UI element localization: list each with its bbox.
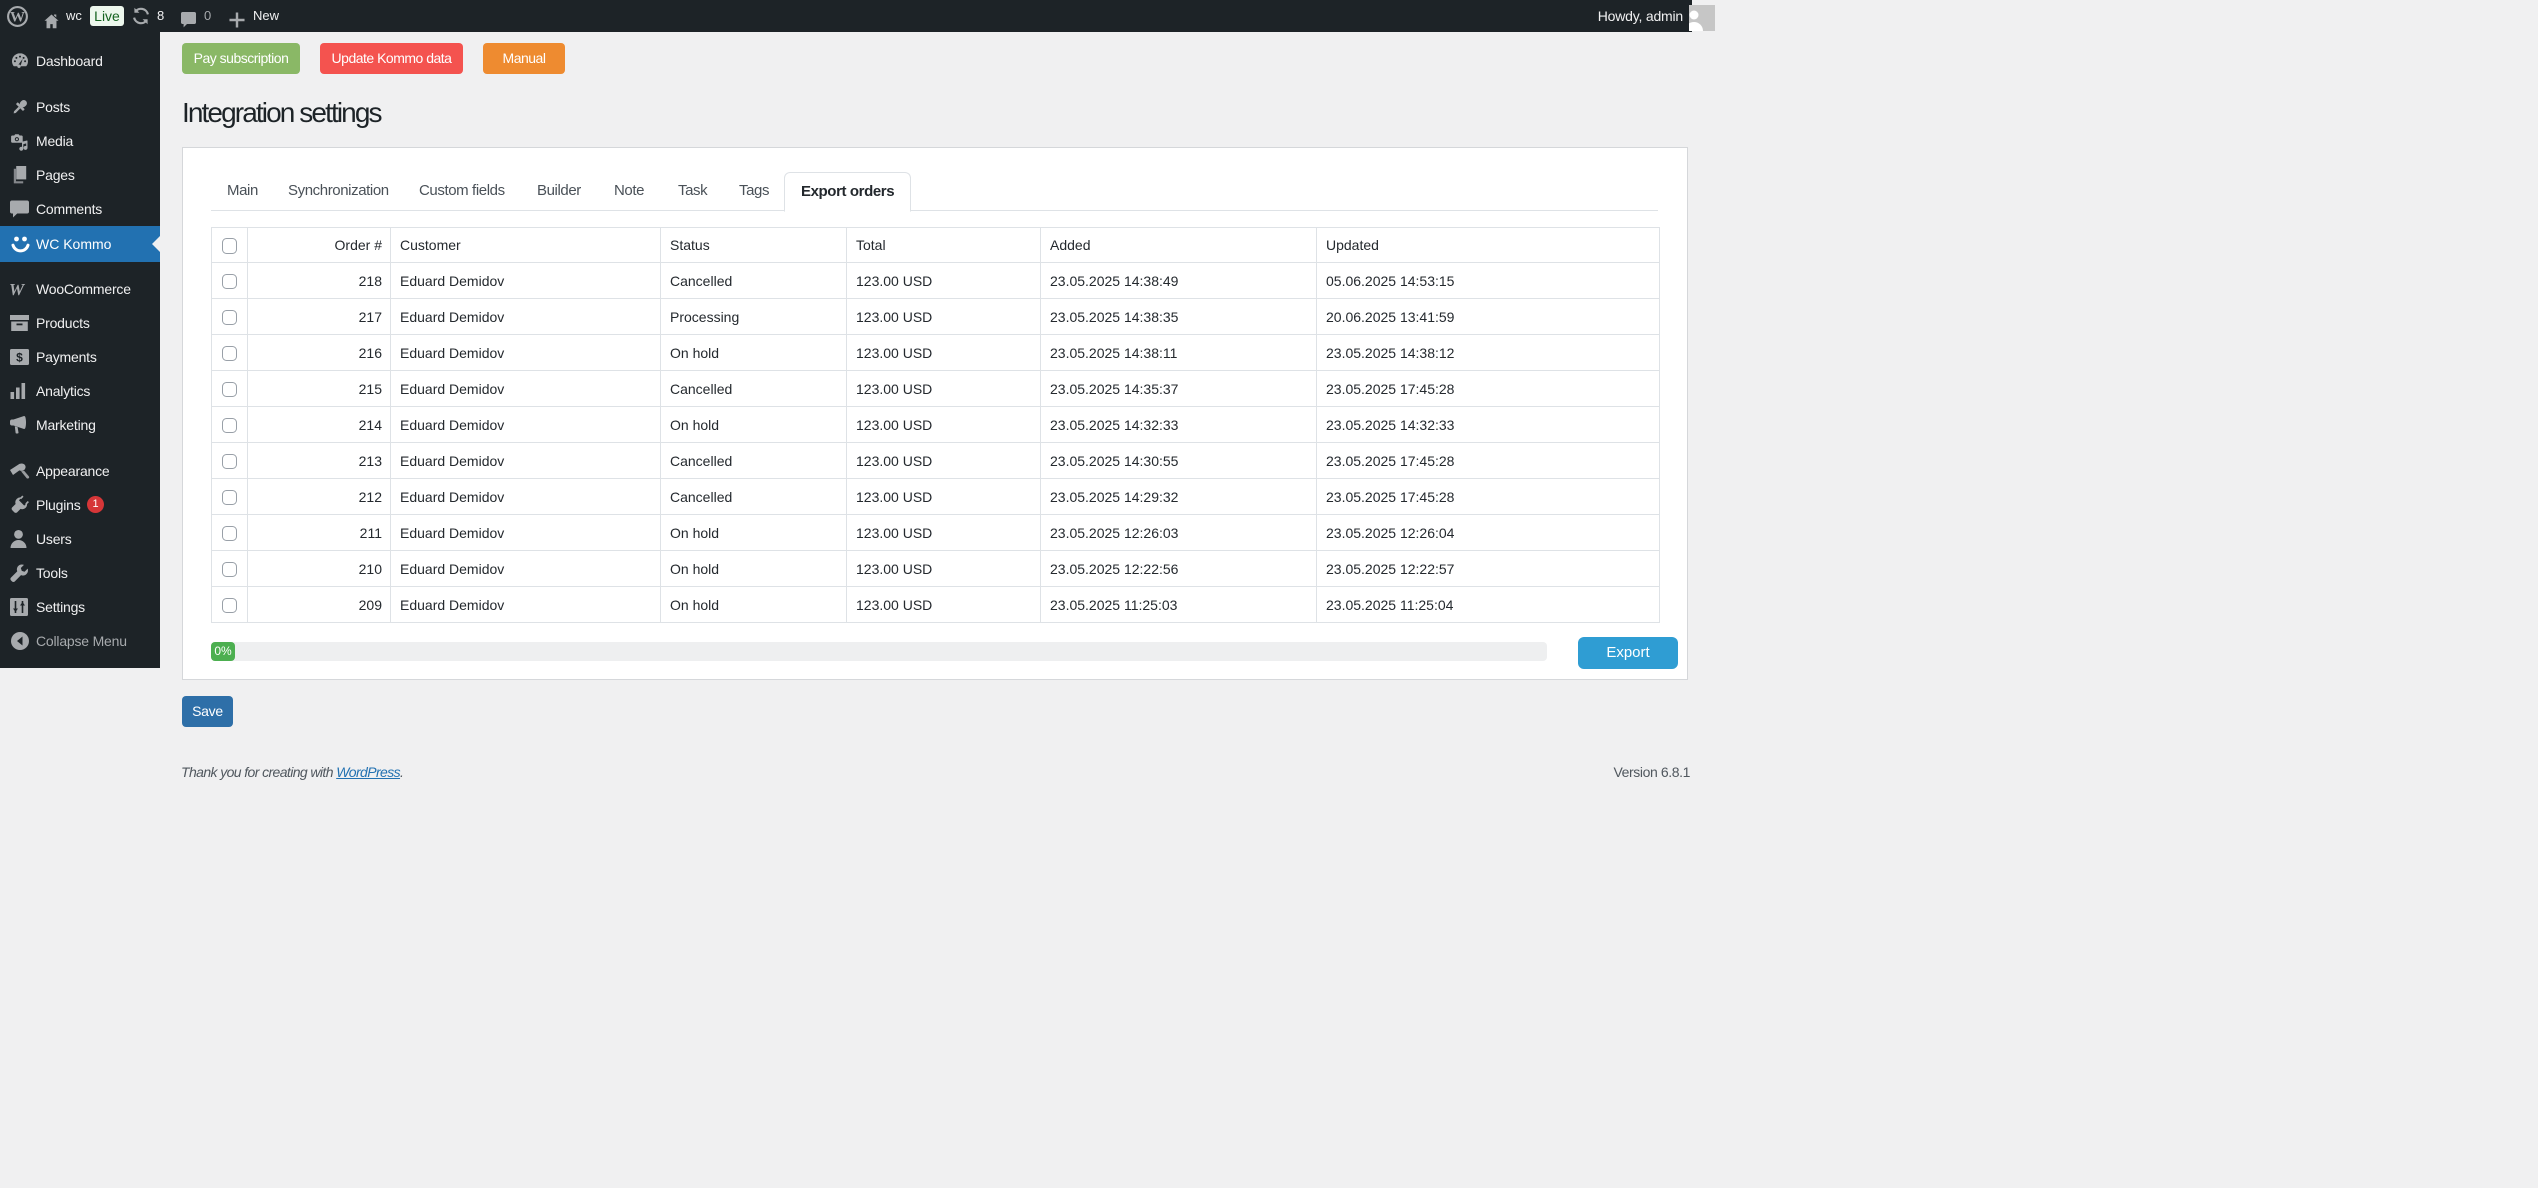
svg-text:W: W (10, 282, 26, 297)
svg-text:$: $ (16, 351, 23, 365)
svg-text:W: W (10, 10, 25, 26)
